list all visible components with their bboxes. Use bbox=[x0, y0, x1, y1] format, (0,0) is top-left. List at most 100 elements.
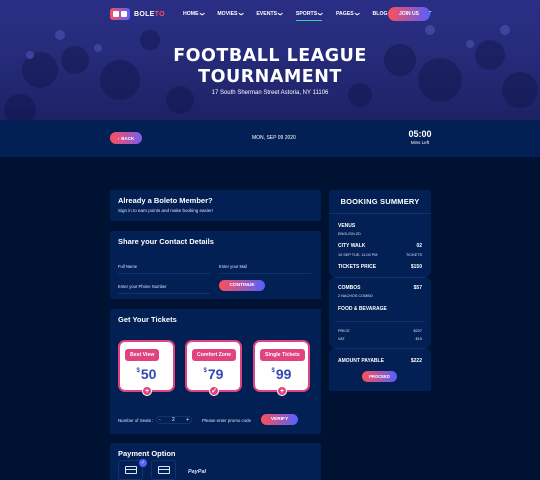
event-date: MON, SEP 09 2020 bbox=[252, 135, 296, 141]
vat-label: VAT bbox=[338, 337, 345, 341]
seats-label: Number of Seats : bbox=[118, 418, 154, 423]
divider bbox=[335, 321, 425, 322]
combos-price: $57 bbox=[413, 285, 422, 291]
vat-value: $15 bbox=[415, 337, 422, 341]
promo-code-input[interactable]: Please enter promo code bbox=[202, 418, 251, 423]
credit-card-icon bbox=[124, 466, 137, 474]
ticket-price-value: $150 bbox=[410, 264, 422, 270]
nav-item-label: HOME bbox=[183, 11, 199, 17]
ticket-option-card[interactable]: Single Tickets $99 + bbox=[253, 340, 310, 396]
nav-item-label: EVENTS bbox=[256, 11, 278, 17]
divider bbox=[329, 213, 431, 214]
phone-underline bbox=[118, 293, 210, 294]
event-tickets-label: TICKETS bbox=[405, 253, 422, 257]
page: BOLETO HOME❯ MOVIES❯ EVENTS❯ SPORTS❯ PAGES❯ B… bbox=[0, 0, 540, 480]
ticket-price-amount: 50 bbox=[140, 366, 157, 382]
phone-field[interactable]: Enter your Phone Number bbox=[118, 284, 167, 289]
booking-summary: BOOKING SUMMERY VENUS ENGLISH-2D CITY WA… bbox=[326, 190, 434, 391]
back-button[interactable]: ‹ BACK bbox=[110, 132, 142, 144]
plus-icon[interactable]: + bbox=[277, 386, 287, 396]
event-datetime: 10 SEP TUE, 11:00 PM bbox=[338, 253, 378, 257]
event-name: CITY WALK bbox=[338, 243, 366, 249]
chevron-down-icon: ❯ bbox=[354, 12, 360, 16]
ticket-notch bbox=[428, 345, 434, 351]
check-icon: ✓ bbox=[139, 459, 147, 467]
venue-language: ENGLISH-2D bbox=[338, 232, 361, 236]
venue-name: VENUS bbox=[338, 223, 356, 229]
chevron-down-icon: ❯ bbox=[238, 12, 244, 16]
continue-button[interactable]: CONTINUE bbox=[219, 280, 265, 291]
chevron-down-icon: ❯ bbox=[199, 12, 205, 16]
ticket-price-amount: 79 bbox=[207, 366, 224, 382]
nav-item-label: MOVIES bbox=[217, 11, 238, 17]
credit-card-icon bbox=[157, 466, 170, 474]
timer-label: Mins Left bbox=[410, 140, 430, 145]
email-underline bbox=[219, 273, 311, 274]
divider bbox=[335, 348, 425, 349]
price-label: PRICE bbox=[338, 329, 350, 333]
ticket-option-card[interactable]: Best View $50 + bbox=[118, 340, 175, 396]
price-value: $207 bbox=[413, 329, 422, 333]
ticket-notch bbox=[326, 345, 332, 351]
ticket-type-badge: Single Tickets bbox=[260, 349, 305, 361]
payment-option-card-2[interactable] bbox=[151, 460, 176, 480]
member-subtitle: Sign in to earn points and make booking … bbox=[118, 208, 214, 213]
logo-icon bbox=[110, 8, 130, 20]
ticket-notch bbox=[326, 274, 332, 280]
paypal-option[interactable]: PayPal bbox=[188, 469, 206, 475]
logo-text: BOLETO bbox=[134, 10, 165, 18]
arrow-left-icon: ‹ bbox=[117, 135, 120, 141]
seat-count: 2 bbox=[171, 417, 175, 423]
timer-value: 05:00 bbox=[408, 129, 432, 139]
email-field[interactable]: Enter your Mail bbox=[219, 264, 247, 269]
seat-plus-button[interactable]: + bbox=[186, 417, 189, 423]
nav-item-movies[interactable]: MOVIES❯ bbox=[217, 11, 244, 17]
plus-icon[interactable]: + bbox=[142, 386, 152, 396]
nav-item-pages[interactable]: PAGES❯ bbox=[335, 11, 360, 17]
ticket-type-badge: Comfort Zone bbox=[192, 349, 237, 361]
join-us-button[interactable]: JOIN US bbox=[388, 7, 430, 21]
verify-button[interactable]: VERIFY bbox=[261, 414, 298, 425]
nav-item-label: PAGES bbox=[335, 11, 354, 17]
contact-title: Share your Contact Details bbox=[118, 237, 214, 246]
proceed-button[interactable]: PROCEED bbox=[362, 371, 397, 382]
nav-item-sports[interactable]: SPORTS❯ bbox=[295, 11, 324, 21]
payment-title: Payment Option bbox=[118, 449, 176, 458]
ticket-type-badge: Best View bbox=[125, 349, 160, 361]
summary-title: BOOKING SUMMERY bbox=[340, 197, 420, 206]
chevron-down-icon: ❯ bbox=[318, 12, 324, 16]
ticket-price-label: TICKETS PRICE bbox=[338, 264, 377, 270]
full-name-field[interactable]: Full Name bbox=[118, 264, 137, 269]
amount-payable-value: $222 bbox=[410, 358, 422, 364]
nav-item-home[interactable]: HOME❯ bbox=[183, 11, 205, 17]
currency-symbol: $ bbox=[271, 368, 275, 374]
ticket-price: $50 bbox=[120, 366, 173, 382]
seat-minus-button[interactable]: - bbox=[159, 417, 161, 423]
full-name-underline bbox=[118, 273, 210, 274]
ticket-price-amount: 99 bbox=[275, 366, 292, 382]
nav-item-events[interactable]: EVENTS❯ bbox=[256, 11, 283, 17]
top-navigation: BOLETO HOME❯ MOVIES❯ EVENTS❯ SPORTS❯ PAGES❯ B… bbox=[0, 0, 540, 28]
currency-symbol: $ bbox=[203, 368, 207, 374]
combos-detail: 2 NACHOS COMBO bbox=[338, 294, 373, 298]
ticket-price: $99 bbox=[255, 366, 308, 382]
seat-stepper[interactable]: - 2 + bbox=[156, 416, 192, 424]
hero-banner: BOLETO HOME❯ MOVIES❯ EVENTS❯ SPORTS❯ PAGES❯ B… bbox=[0, 0, 540, 120]
tickets-title: Get Your Tickets bbox=[118, 315, 177, 324]
page-title-line1: FOOTBALL LEAGUE bbox=[173, 46, 367, 66]
divider bbox=[335, 277, 425, 278]
currency-symbol: $ bbox=[136, 368, 140, 374]
member-signin-card: Already a Boleto Member? Sign in to earn… bbox=[110, 190, 415, 221]
check-icon[interactable]: ✓ bbox=[209, 386, 219, 396]
amount-payable-label: AMOUNT PAYABLE bbox=[338, 358, 384, 364]
nav-item-label: SPORTS bbox=[295, 11, 318, 17]
ticket-option-card[interactable]: Comfort Zone $79 ✓ bbox=[185, 340, 242, 396]
combos-label: COMBOS bbox=[338, 285, 361, 291]
event-ticket-count: 02 bbox=[416, 243, 422, 249]
food-label: FOOD & BEVARAGE bbox=[338, 306, 387, 312]
back-label: BACK bbox=[121, 135, 135, 141]
event-address: 17 South Sherman Street Astoria, NY 1110… bbox=[211, 90, 329, 96]
countdown-timer: 05:00 Mins Left bbox=[405, 129, 435, 145]
logo[interactable]: BOLETO bbox=[110, 8, 165, 20]
page-title: FOOTBALL LEAGUE TOURNAMENT bbox=[0, 46, 540, 88]
